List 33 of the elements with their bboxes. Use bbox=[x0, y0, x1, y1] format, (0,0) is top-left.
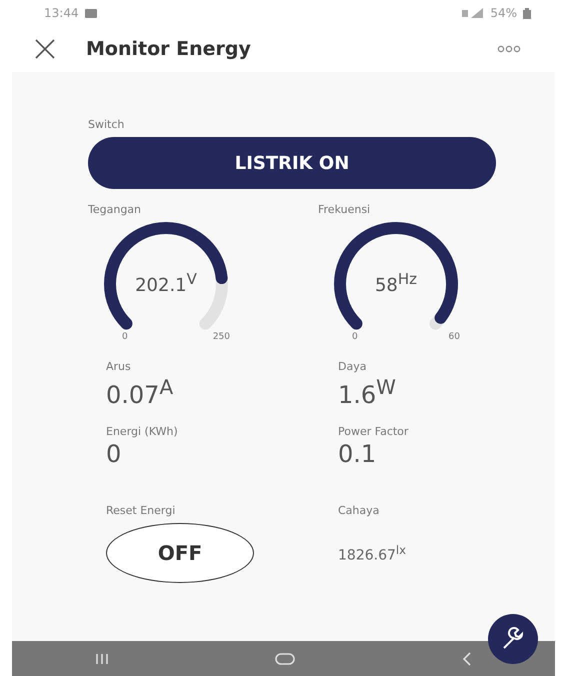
power-button[interactable]: LISTRIK ON bbox=[88, 137, 496, 189]
reading-value: 0.07$^{A}$ bbox=[106, 375, 174, 409]
battery-level: 54% bbox=[490, 6, 517, 20]
reading-label: Cahaya bbox=[338, 504, 380, 517]
reading-label: Reset Energi bbox=[106, 504, 176, 517]
reading-value: 0 bbox=[106, 440, 122, 468]
reading-label: Power Factor bbox=[338, 425, 410, 438]
reset-button[interactable]: OFF bbox=[106, 523, 254, 583]
page-title: Monitor Energy bbox=[86, 38, 251, 60]
reading-value: 1.6$^{W}$ bbox=[338, 375, 397, 409]
gauge-max: 250 bbox=[212, 332, 230, 342]
gauge-label: Tegangan bbox=[88, 203, 142, 216]
home-icon[interactable] bbox=[275, 652, 296, 664]
gauge-max: 60 bbox=[448, 332, 460, 342]
switch-label: Switch bbox=[88, 118, 126, 131]
signal-icon bbox=[462, 8, 484, 18]
gauge-value: 58$^{Hz}$ bbox=[374, 270, 418, 296]
recent-apps-icon[interactable] bbox=[95, 652, 110, 664]
reading-value: 0.1 bbox=[338, 440, 378, 468]
battery-icon bbox=[523, 8, 531, 18]
message-icon bbox=[84, 8, 97, 18]
reading-label: Energi (KWh) bbox=[106, 425, 179, 438]
more-icon[interactable] bbox=[497, 45, 521, 53]
reading-label: Daya bbox=[338, 360, 368, 373]
reading-value: 1826.67$^{lx}$ bbox=[338, 543, 408, 564]
gauge-min: 0 bbox=[122, 332, 128, 342]
reading-label: Arus bbox=[106, 360, 132, 373]
gauge-value: 202.1$^{V}$ bbox=[134, 270, 198, 296]
status-time: 13:44 bbox=[44, 6, 79, 20]
back-icon[interactable] bbox=[462, 652, 472, 666]
gauge-label: Frekuensi bbox=[318, 203, 372, 216]
close-icon[interactable] bbox=[34, 38, 56, 60]
gauge-min: 0 bbox=[352, 332, 358, 342]
